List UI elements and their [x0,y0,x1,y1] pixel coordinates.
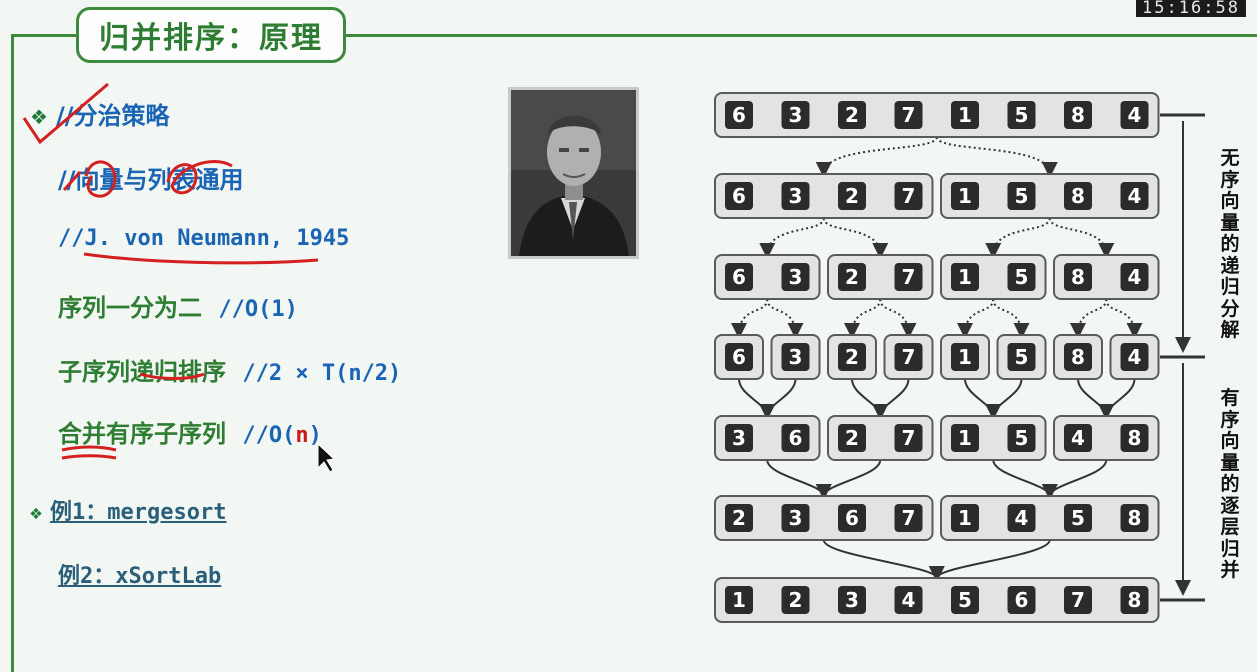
value-label: 5 [1015,184,1029,208]
split-arrow [879,298,917,339]
split-arrow [935,136,1058,178]
merge-arrow [1077,378,1115,420]
value-label: 1 [958,506,972,530]
value-label: 2 [732,506,746,530]
value-label: 1 [958,184,972,208]
value-label: 1 [958,103,972,127]
axis-layer [1160,113,1205,602]
value-label: 4 [1128,345,1142,369]
value-label: 5 [1015,103,1029,127]
value-label: 2 [845,184,859,208]
merge-arrow [1041,459,1108,500]
value-label: 2 [845,103,859,127]
split-arrow [1105,298,1143,339]
value-label: 7 [902,426,916,450]
value-label: 5 [1015,265,1029,289]
split-arrow [731,298,769,339]
value-label: 5 [1015,426,1029,450]
value-label: 3 [789,345,803,369]
value-label: 6 [732,184,746,208]
split-arrow [992,298,1030,339]
value-label: 8 [1128,588,1142,612]
value-label: 7 [902,345,916,369]
split-arrow [759,217,825,259]
split-arrow [985,217,1051,259]
value-label: 6 [732,103,746,127]
split-arrow [844,298,882,339]
value-label: 8 [1071,265,1085,289]
value-label: 6 [845,506,859,530]
value-label: 3 [732,426,746,450]
value-label: 8 [1071,345,1085,369]
value-label: 5 [958,588,972,612]
value-label: 1 [958,265,972,289]
value-label: 4 [902,588,916,612]
value-label: 5 [1071,506,1085,530]
value-label: 7 [1071,588,1085,612]
value-label: 2 [845,426,859,450]
value-label: 6 [732,265,746,289]
value-label: 4 [1015,506,1029,530]
merge-arrow [851,378,889,420]
value-label: 8 [1128,506,1142,530]
merge-arrow [985,378,1023,420]
value-label: 4 [1128,184,1142,208]
value-label: 8 [1071,103,1085,127]
merge-arrow [872,378,910,420]
merge-arrow [738,378,776,420]
merge-arrow [815,459,882,500]
value-label: 7 [902,506,916,530]
value-label: 8 [1128,426,1142,450]
merge-sort-diagram: 6 3 2 7 1 5 8 4 6 3 2 7 1 5 8 4 6 3 2 7 1 5 8 4 6 3 2 7 1 5 8 4 3 6 2 7 1 5 4 8… [714,92,1205,623]
value-label: 3 [845,588,859,612]
merge-arrow [928,539,1051,582]
value-label: 2 [845,345,859,369]
value-label: 3 [789,103,803,127]
merge-arrow [964,378,1002,420]
split-arrow [957,298,995,339]
value-label: 4 [1071,426,1085,450]
value-label: 1 [958,426,972,450]
value-label: 3 [789,506,803,530]
value-label: 6 [732,345,746,369]
value-label: 4 [1128,265,1142,289]
value-label: 3 [789,184,803,208]
label-recursive-decomposition: 无序向量的递归分解 [1220,147,1240,341]
value-label: 1 [958,345,972,369]
value-label: 7 [902,265,916,289]
split-arrow [1048,217,1115,259]
merge-arrow [992,459,1058,500]
value-label: 6 [789,426,803,450]
split-arrow [766,298,804,339]
merge-arrow [822,539,945,582]
merge-arrow [759,378,797,420]
split-arrow [822,217,889,259]
value-label: 1 [732,588,746,612]
value-label: 4 [1128,103,1142,127]
value-label: 5 [1015,345,1029,369]
value-label: 8 [1071,184,1085,208]
value-label: 7 [902,103,916,127]
split-arrow [1070,298,1108,339]
label-layer-merge: 有序向量的逐层归并 [1220,387,1240,581]
value-label: 6 [1015,588,1029,612]
split-arrow [815,136,938,178]
value-label: 3 [789,265,803,289]
value-label: 7 [902,184,916,208]
box-layer: 6 3 2 7 1 5 8 4 6 3 2 7 1 5 8 4 6 3 2 7 1 5 8 4 6 3 2 7 1 5 8 4 3 6 2 7 1 5 4 8… [714,92,1160,623]
value-label: 2 [789,588,803,612]
value-label: 2 [845,265,859,289]
merge-arrow [1098,378,1136,420]
merge-arrow [766,459,832,500]
